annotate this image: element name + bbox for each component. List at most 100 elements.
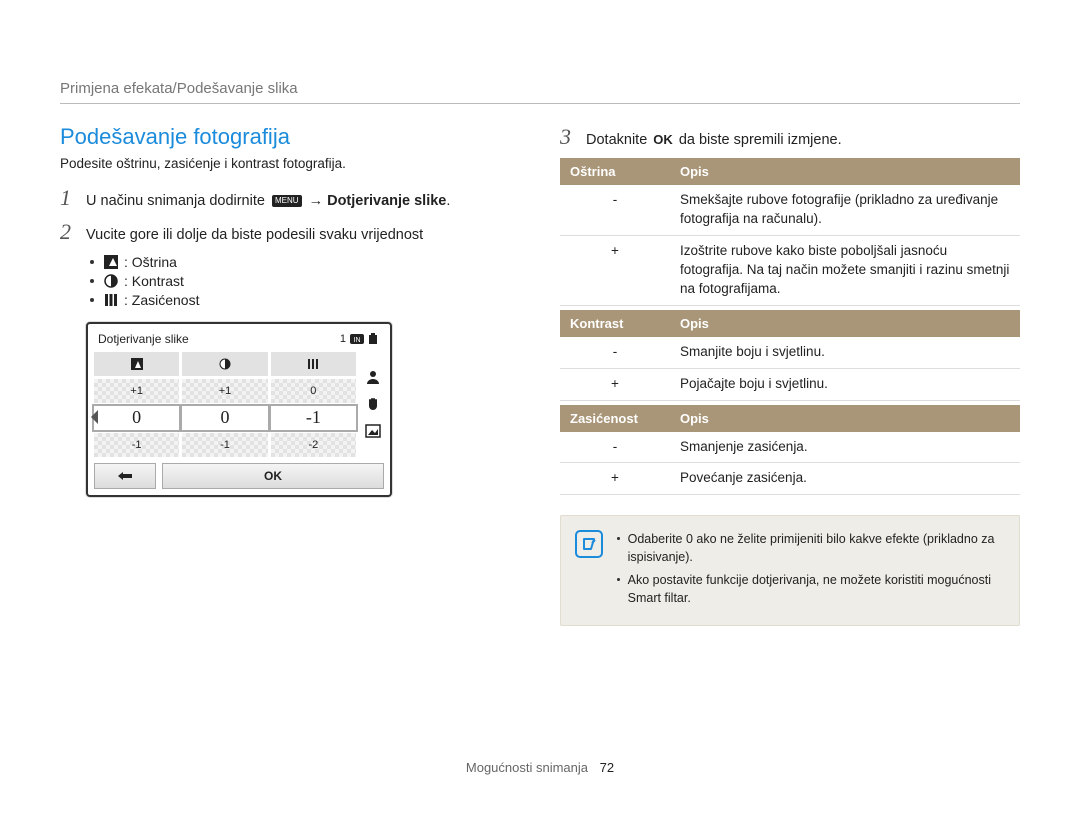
selector-chevron-left-icon [91, 410, 98, 424]
table-zasicenost: Zasićenost Opis - Smanjenje zasićenja. +… [560, 405, 1020, 496]
table-header: Oštrina Opis [560, 158, 1020, 185]
grid-cell-selected[interactable]: 0 [94, 406, 179, 430]
grid-value: 0 [132, 407, 141, 428]
td-desc: Povećanje zasićenja. [670, 463, 1020, 495]
grid-icon-saturation [271, 352, 356, 376]
back-button[interactable] [94, 463, 156, 489]
grid-cell[interactable]: -2 [271, 433, 356, 457]
preview-side-icons [362, 352, 384, 457]
bullet-icon [90, 298, 94, 302]
step-text: Dotaknite OK da biste spremili izmjene. [586, 130, 1020, 150]
step-number: 2 [60, 219, 86, 245]
grid-cell[interactable]: +1 [182, 379, 267, 403]
td-symbol: + [560, 236, 670, 306]
grid-cell[interactable]: -1 [182, 433, 267, 457]
memory-icon: IN [350, 334, 364, 344]
table-ostrina: Oštrina Opis - Smekšajte rubove fotograf… [560, 158, 1020, 305]
contrast-icon [104, 274, 118, 288]
description-text: Podesite oštrinu, zasićenje i kontrast f… [60, 156, 520, 171]
step3-post: da biste spremili izmjene. [675, 132, 842, 148]
sub-label: : Oštrina [124, 254, 177, 270]
table-row: - Smanjite boju i svjetlinu. [560, 337, 1020, 368]
table-header: Kontrast Opis [560, 310, 1020, 337]
footer: Mogućnosti snimanja 72 [0, 760, 1080, 775]
table-kontrast: Kontrast Opis - Smanjite boju i svjetlin… [560, 310, 1020, 401]
bullet-icon [90, 279, 94, 283]
td-desc: Smanjenje zasićenja. [670, 432, 1020, 463]
sub-item: : Kontrast [90, 273, 520, 289]
page-title: Podešavanje fotografija [60, 124, 520, 150]
step1-pre: U načinu snimanja dodirnite [86, 193, 269, 209]
note-icon [575, 530, 603, 558]
th: Opis [670, 158, 1020, 185]
bullet-icon [617, 578, 620, 581]
note-item: Odaberite 0 ako ne želite primijeniti bi… [617, 530, 1005, 566]
note-box: Odaberite 0 ako ne želite primijeniti bi… [560, 515, 1020, 626]
step-text: U načinu snimanja dodirnite MENU → Dotje… [86, 191, 520, 211]
adjust-grid: +1 +1 0 0 0 -1 -1 -1 -2 [94, 352, 356, 457]
battery-icon [368, 333, 380, 345]
note-item: Ako postavite funkcije dotjerivanja, ne … [617, 571, 1005, 607]
grid-cell[interactable]: 0 [271, 379, 356, 403]
td-desc: Pojačajte boju i svjetlinu. [670, 368, 1020, 400]
svg-text:IN: IN [354, 337, 361, 344]
step1-target: Dotjerivanje slike [327, 193, 446, 209]
step-text: Vucite gore ili dolje da biste podesili … [86, 225, 520, 245]
sub-label: : Kontrast [124, 273, 184, 289]
person-icon [365, 369, 381, 385]
step-3: 3 Dotaknite OK da biste spremili izmjene… [560, 124, 1020, 150]
right-column: 3 Dotaknite OK da biste spremili izmjene… [560, 124, 1020, 699]
grid-icon-contrast [182, 352, 267, 376]
td-desc: Izoštrite rubove kako biste poboljšali j… [670, 236, 1020, 306]
table-row: + Povećanje zasićenja. [560, 463, 1020, 495]
td-symbol: - [560, 432, 670, 463]
step-1: 1 U načinu snimanja dodirnite MENU → Dot… [60, 185, 520, 211]
note-text: Odaberite 0 ako ne želite primijeniti bi… [628, 530, 1005, 566]
th: Zasićenost [560, 405, 670, 432]
sub-item: : Zasićenost [90, 292, 520, 308]
image-icon [365, 423, 381, 439]
table-header: Zasićenost Opis [560, 405, 1020, 432]
th: Oštrina [560, 158, 670, 185]
hand-icon [365, 396, 381, 412]
ok-icon: OK [653, 131, 673, 149]
td-symbol: - [560, 337, 670, 368]
table-row: + Izoštrite rubove kako biste poboljšali… [560, 236, 1020, 306]
left-column: Podešavanje fotografija Podesite oštrinu… [60, 124, 520, 699]
saturation-icon [104, 293, 118, 307]
step-number: 3 [560, 124, 586, 150]
step-2: 2 Vucite gore ili dolje da biste podesil… [60, 219, 520, 245]
step3-pre: Dotaknite [586, 132, 651, 148]
td-symbol: - [560, 185, 670, 235]
bullet-icon [617, 537, 620, 540]
sub-item: : Oštrina [90, 254, 520, 270]
step1-dot: . [446, 193, 450, 209]
sharpness-icon [104, 255, 118, 269]
sub-bullet-list: : Oštrina : Kontrast : Zasićenost [90, 254, 520, 308]
grid-cell[interactable]: -1 [94, 433, 179, 457]
td-symbol: + [560, 463, 670, 495]
step-number: 1 [60, 185, 86, 211]
step1-arrow: → [309, 193, 324, 209]
menu-icon: MENU [272, 195, 302, 207]
table-row: - Smanjenje zasićenja. [560, 432, 1020, 463]
grid-icon-sharpness [94, 352, 179, 376]
grid-cell-selected[interactable]: -1 [271, 406, 356, 430]
table-row: - Smekšajte rubove fotografije (prikladn… [560, 185, 1020, 235]
table-row: + Pojačajte boju i svjetlinu. [560, 368, 1020, 400]
grid-cell-selected[interactable]: 0 [182, 406, 267, 430]
grid-cell[interactable]: +1 [94, 379, 179, 403]
back-arrow-icon [115, 470, 135, 482]
th: Opis [670, 405, 1020, 432]
page-number: 72 [600, 760, 614, 775]
th: Kontrast [560, 310, 670, 337]
footer-section: Mogućnosti snimanja [466, 760, 588, 775]
breadcrumb: Primjena efekata/Podešavanje slika [60, 80, 1020, 104]
td-desc: Smekšajte rubove fotografije (prikladno … [670, 185, 1020, 235]
ok-button[interactable]: OK [162, 463, 384, 489]
image-adjust-preview: Dotjerivanje slike 1 IN +1 +1 0 [86, 322, 392, 497]
note-text: Ako postavite funkcije dotjerivanja, ne … [628, 571, 1005, 607]
td-desc: Smanjite boju i svjetlinu. [670, 337, 1020, 368]
preview-count: 1 [340, 333, 346, 345]
sub-label: : Zasićenost [124, 292, 199, 308]
